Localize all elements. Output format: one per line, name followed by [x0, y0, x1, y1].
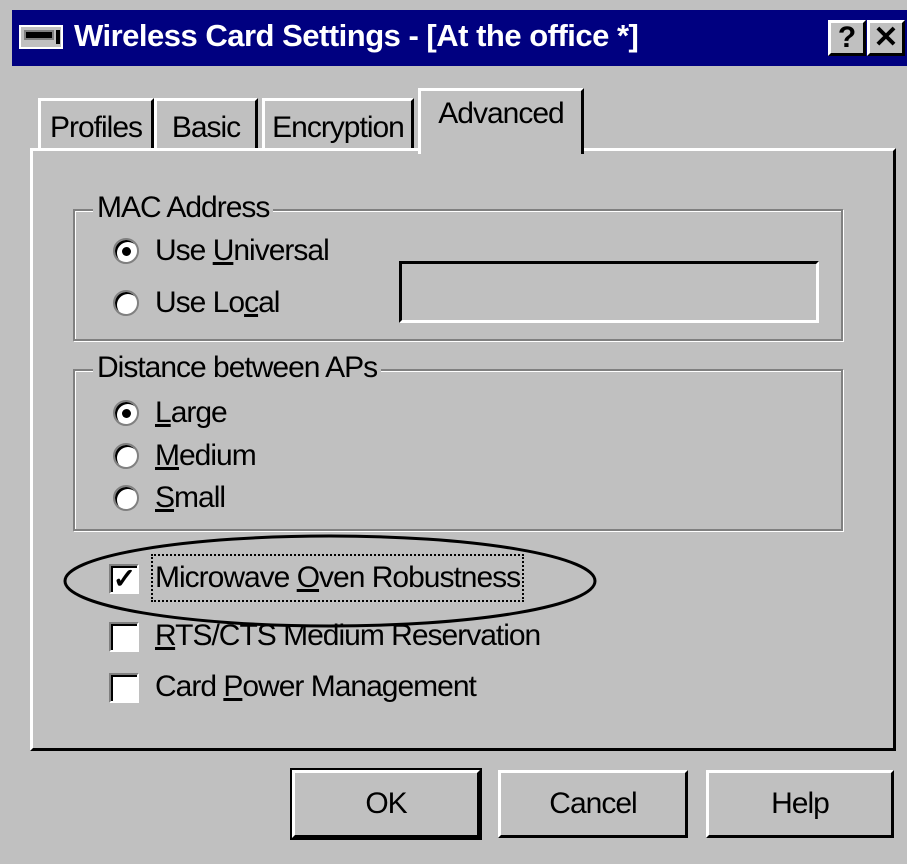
- close-title-button[interactable]: ✕: [867, 20, 905, 56]
- wireless-card-icon: [19, 25, 63, 49]
- card-power-management-check: [109, 673, 139, 703]
- distance-large-radio-indicator: [113, 400, 139, 426]
- use-local-radio-indicator: [113, 290, 139, 316]
- tab-basic-label: Basic: [171, 111, 241, 144]
- use-universal-label: Use Universal: [155, 234, 330, 267]
- tab-profiles[interactable]: Profiles: [38, 98, 154, 151]
- title-bar: Wireless Card Settings - [At the office …: [12, 10, 907, 66]
- distance-medium-radio-indicator: [113, 443, 139, 469]
- distance-large-label: Large: [155, 396, 228, 429]
- cancel-button[interactable]: Cancel: [498, 770, 688, 838]
- help-title-button[interactable]: ?: [828, 20, 866, 56]
- tab-advanced-label: Advanced: [438, 97, 564, 130]
- card-power-management-label: Card Power Management: [155, 670, 477, 703]
- window-title: Wireless Card Settings - [At the office …: [74, 18, 639, 53]
- microwave-oven-robustness-label: Microwave Oven Robustness: [150, 554, 525, 602]
- tab-encryption[interactable]: Encryption: [262, 98, 414, 151]
- local-mac-address-field[interactable]: [399, 261, 819, 323]
- distance-legend: Distance between APs: [93, 351, 382, 385]
- tab-advanced[interactable]: Advanced: [418, 88, 584, 154]
- rts-cts-medium-reservation-label: RTS/CTS Medium Reservation: [155, 619, 541, 652]
- use-local-label: Use Local: [155, 286, 280, 319]
- rts-cts-medium-reservation-check: [109, 622, 139, 652]
- tab-profiles-label: Profiles: [49, 111, 143, 144]
- distance-medium-label: Medium: [155, 439, 257, 472]
- ok-button[interactable]: OK: [290, 768, 482, 840]
- help-button[interactable]: Help: [706, 770, 894, 838]
- tab-encryption-label: Encryption: [272, 111, 405, 144]
- microwave-oven-robustness-check: ✓: [109, 564, 139, 594]
- tab-basic[interactable]: Basic: [154, 98, 258, 151]
- distance-small-radio-indicator: [113, 485, 139, 511]
- mac-address-legend: MAC Address: [93, 191, 274, 225]
- distance-small-label: Small: [155, 481, 226, 514]
- use-universal-radio-indicator: [113, 238, 139, 264]
- advanced-tab-panel: MAC Address Use Universal Use Local Dist…: [30, 148, 896, 751]
